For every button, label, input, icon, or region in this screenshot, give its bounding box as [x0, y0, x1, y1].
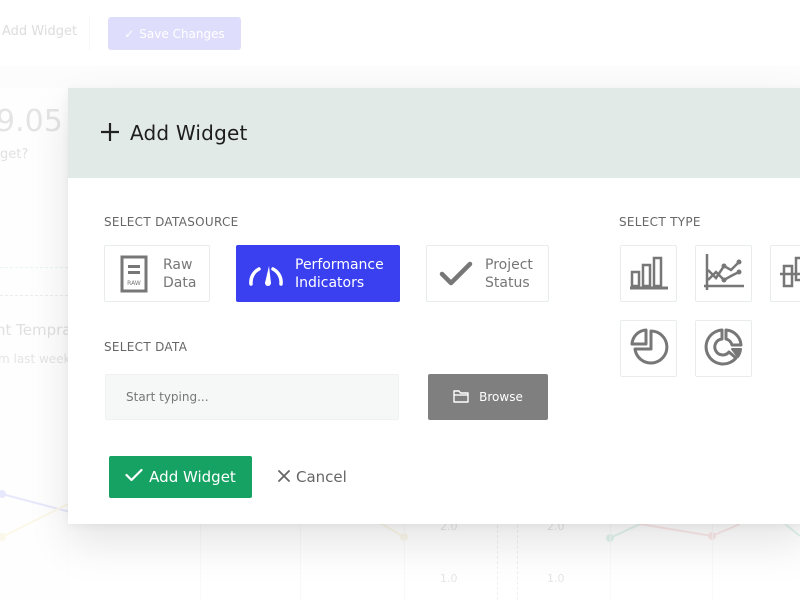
datasource-project-status[interactable]: Project Status [426, 245, 549, 302]
datasource-raw-data[interactable]: RAW Raw Data [104, 245, 210, 302]
type-pie-chart[interactable] [620, 320, 677, 377]
cancel-label: Cancel [296, 468, 347, 486]
type-candlestick-chart[interactable] [770, 245, 800, 302]
modal-header: Add Widget [68, 88, 800, 178]
modal-title: Add Widget [130, 121, 248, 145]
select-type-label: SELECT TYPE [619, 215, 701, 229]
gauge-icon [237, 261, 295, 287]
datasource-label: Project Status [485, 256, 533, 291]
add-widget-button[interactable]: Add Widget [109, 456, 252, 498]
cancel-button[interactable]: Cancel [278, 456, 347, 498]
pie-chart-icon [629, 327, 669, 371]
gridline [497, 525, 498, 600]
browse-label: Browse [479, 390, 523, 404]
add-widget-modal: Add Widget SELECT DATASOURCE RAW Raw Dat… [68, 88, 800, 524]
series-line-yellow [1, 502, 71, 538]
line-chart-icon [703, 252, 745, 296]
data-search-input[interactable] [105, 374, 399, 420]
gridline [517, 525, 518, 600]
datasource-label: Raw Data [163, 256, 197, 291]
raw-data-icon: RAW [105, 255, 163, 293]
donut-chart-icon [704, 327, 744, 371]
select-datasource-label: SELECT DATASOURCE [104, 215, 239, 229]
checkmark-icon [427, 261, 485, 287]
series-line-red [639, 523, 713, 537]
datasource-label: Performance Indicators [295, 256, 384, 291]
axis-label: 1.0 [440, 572, 458, 585]
add-widget-label: Add Widget [149, 468, 236, 486]
plus-icon [100, 119, 120, 147]
select-data-label: SELECT DATA [104, 340, 188, 354]
folder-icon [453, 389, 469, 406]
candlestick-chart-icon [779, 252, 800, 296]
close-icon [278, 468, 290, 486]
series-point-yellow [0, 533, 6, 541]
series-line-teal [609, 523, 641, 539]
series-line-red [711, 523, 741, 537]
type-line-chart[interactable] [695, 245, 752, 302]
type-donut-chart[interactable] [695, 320, 752, 377]
svg-text:RAW: RAW [127, 280, 141, 287]
browse-button[interactable]: Browse [428, 374, 548, 420]
type-bar-chart[interactable] [620, 245, 677, 302]
series-line-blue [1, 493, 71, 513]
datasource-performance-indicators[interactable]: Performance Indicators [236, 245, 400, 302]
bar-chart-icon [629, 254, 669, 294]
check-icon [125, 468, 143, 486]
axis-label: 1.0 [547, 572, 565, 585]
series-line-teal [784, 523, 800, 537]
series-point-blue [0, 490, 6, 498]
